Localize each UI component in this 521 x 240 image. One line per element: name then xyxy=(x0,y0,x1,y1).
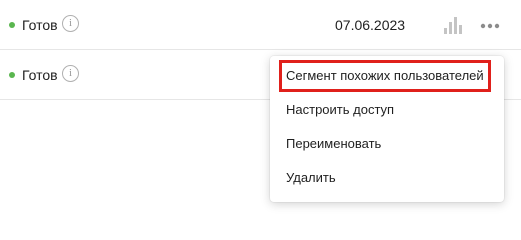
table-row: Готов i 07.06.2023 xyxy=(0,0,521,50)
menu-item-label: Настроить доступ xyxy=(286,102,395,117)
menu-item-label: Сегмент похожих пользователей xyxy=(286,68,484,83)
menu-item-label: Переименовать xyxy=(286,136,382,151)
date-text: 07.06.2023 xyxy=(335,17,406,33)
more-dots-icon[interactable] xyxy=(480,15,500,35)
status-dot xyxy=(9,72,15,78)
bar-chart-icon[interactable] xyxy=(443,16,463,34)
info-icon[interactable]: i xyxy=(62,15,79,32)
status-text: Готов xyxy=(22,17,58,33)
info-icon[interactable]: i xyxy=(62,65,79,82)
status-text: Готов xyxy=(22,67,58,83)
menu-item-label: Удалить xyxy=(286,170,336,185)
menu-item-delete[interactable]: Удалить xyxy=(270,161,504,195)
menu-item-configure-access[interactable]: Настроить доступ xyxy=(270,93,504,127)
menu-item-rename[interactable]: Переименовать xyxy=(270,127,504,161)
status-dot xyxy=(9,22,15,28)
menu-item-lookalike-segment[interactable]: Сегмент похожих пользователей xyxy=(270,59,504,93)
actions-dropdown-menu: Сегмент похожих пользователей Настроить … xyxy=(270,56,504,202)
